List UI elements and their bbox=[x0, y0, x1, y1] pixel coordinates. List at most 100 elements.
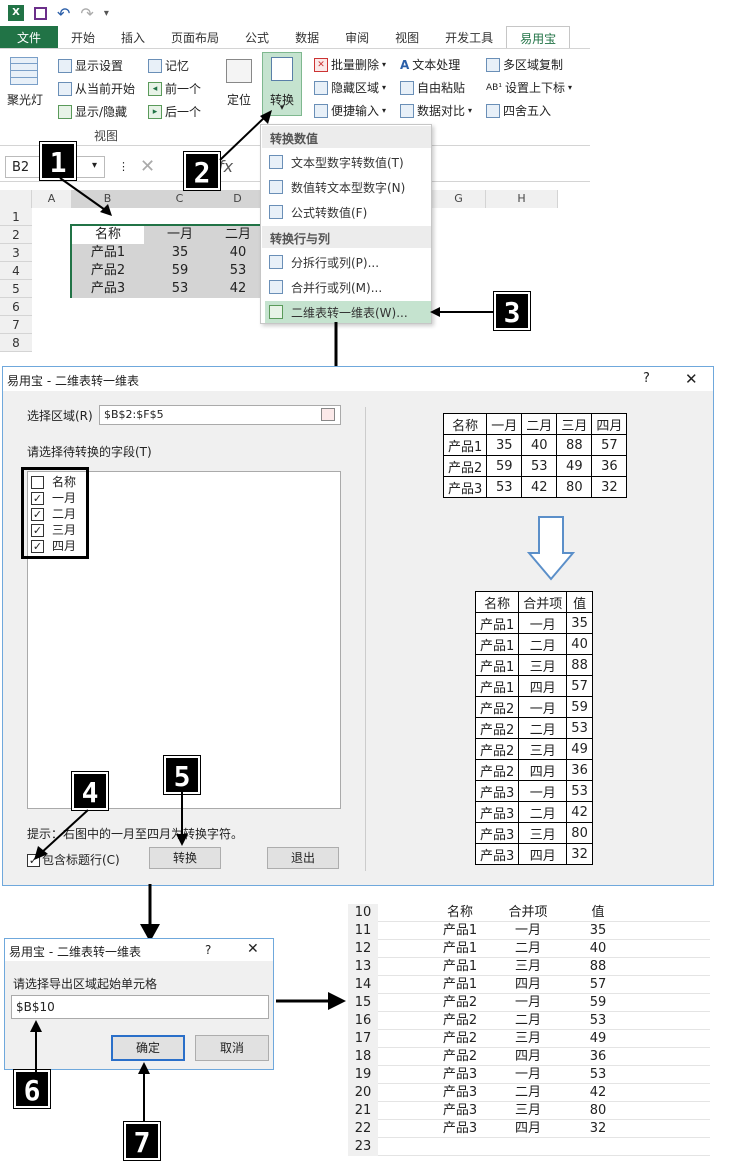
superscript-button[interactable]: AB¹ 设置上下标 ▾ bbox=[486, 79, 572, 96]
field-jan[interactable]: ✓ 一月 bbox=[31, 489, 76, 506]
export-help-button[interactable]: ? bbox=[205, 943, 211, 957]
sheet-cell[interactable]: 名称 bbox=[424, 904, 496, 922]
tab-formulas[interactable]: 公式 bbox=[232, 26, 282, 48]
sheet-cell[interactable]: 产品3 bbox=[424, 1084, 496, 1102]
cell-d5[interactable]: 42 bbox=[216, 280, 260, 298]
hide-area-button[interactable]: 隐藏区域 ▾ bbox=[314, 79, 386, 96]
field-name[interactable]: 名称 bbox=[31, 473, 76, 490]
row-header-1[interactable]: 1 bbox=[0, 208, 32, 226]
export-close-button[interactable]: ✕ bbox=[247, 941, 259, 957]
cell-c2[interactable]: 一月 bbox=[144, 226, 216, 244]
cancel-icon[interactable]: ✕ bbox=[140, 156, 155, 177]
row-number[interactable]: 14 bbox=[348, 976, 378, 994]
row-number[interactable]: 23 bbox=[348, 1138, 378, 1156]
row-number[interactable]: 17 bbox=[348, 1030, 378, 1048]
sheet-cell[interactable]: 49 bbox=[562, 1030, 634, 1048]
convert-button[interactable]: 转换 ▾ bbox=[262, 52, 302, 116]
sheet-cell[interactable]: 57 bbox=[562, 976, 634, 994]
cancel-button[interactable]: 取消 bbox=[195, 1035, 269, 1061]
next-button[interactable]: ▸ 后一个 bbox=[148, 103, 201, 120]
sheet-cell[interactable]: 产品2 bbox=[424, 994, 496, 1012]
sheet-cell[interactable]: 40 bbox=[562, 940, 634, 958]
sheet-cell[interactable]: 二月 bbox=[492, 1012, 564, 1030]
range-input[interactable]: $B$2:$F$5 bbox=[99, 405, 341, 425]
tab-data[interactable]: 数据 bbox=[282, 26, 332, 48]
sheet-cell[interactable]: 产品1 bbox=[424, 958, 496, 976]
checkbox-feb[interactable]: ✓ bbox=[31, 508, 44, 521]
locate-button[interactable]: 定位 bbox=[222, 91, 256, 108]
ok-button[interactable]: 确定 bbox=[111, 1035, 185, 1061]
namebox-dropdown-icon[interactable]: ▾ bbox=[92, 160, 97, 171]
exit-button[interactable]: 退出 bbox=[267, 847, 339, 869]
round-button[interactable]: 四舍五入 bbox=[486, 102, 551, 119]
row-number[interactable]: 18 bbox=[348, 1048, 378, 1066]
undo-button[interactable]: ↶ bbox=[57, 4, 70, 23]
display-settings-button[interactable]: 显示设置 bbox=[58, 57, 123, 74]
menu-item-text-to-number[interactable]: 文本型数字转数值(T) bbox=[265, 151, 431, 173]
multi-area-copy-button[interactable]: 多区域复制 bbox=[486, 56, 563, 73]
sheet-cell[interactable]: 一月 bbox=[492, 922, 564, 940]
quick-input-button[interactable]: 便捷输入 ▾ bbox=[314, 102, 386, 119]
sheet-cell[interactable]: 产品1 bbox=[424, 922, 496, 940]
menu-item-merge-rows[interactable]: 合并行或列(M)... bbox=[265, 276, 431, 298]
row-number[interactable]: 21 bbox=[348, 1102, 378, 1120]
sheet-cell[interactable]: 产品3 bbox=[424, 1066, 496, 1084]
field-feb[interactable]: ✓ 二月 bbox=[31, 505, 76, 522]
cell-b5[interactable]: 产品3 bbox=[72, 280, 144, 298]
tab-developer[interactable]: 开发工具 bbox=[432, 26, 506, 48]
row-header-3[interactable]: 3 bbox=[0, 244, 32, 262]
sheet-cell[interactable]: 合并项 bbox=[492, 904, 564, 922]
sheet-cell[interactable]: 产品3 bbox=[424, 1102, 496, 1120]
row-header-7[interactable]: 7 bbox=[0, 316, 32, 334]
sheet-cell[interactable]: 88 bbox=[562, 958, 634, 976]
menu-item-split-rows[interactable]: 分拆行或列(P)... bbox=[265, 251, 431, 273]
row-number[interactable]: 10 bbox=[348, 904, 378, 922]
checkbox-name[interactable] bbox=[31, 476, 44, 489]
sheet-cell[interactable]: 53 bbox=[562, 1012, 634, 1030]
row-header-2[interactable]: 2 bbox=[0, 226, 32, 244]
tab-page-layout[interactable]: 页面布局 bbox=[158, 26, 232, 48]
row-number[interactable]: 11 bbox=[348, 922, 378, 940]
sheet-cell[interactable]: 产品1 bbox=[424, 976, 496, 994]
field-mar[interactable]: ✓ 三月 bbox=[31, 521, 76, 538]
tab-view[interactable]: 视图 bbox=[382, 26, 432, 48]
row-number[interactable]: 16 bbox=[348, 1012, 378, 1030]
sheet-cell[interactable]: 四月 bbox=[492, 1120, 564, 1138]
sheet-cell[interactable]: 三月 bbox=[492, 958, 564, 976]
cell-b3[interactable]: 产品1 bbox=[72, 244, 144, 262]
sheet-cell[interactable]: 值 bbox=[562, 904, 634, 922]
sheet-cell[interactable]: 53 bbox=[562, 1066, 634, 1084]
menu-item-formula-to-value[interactable]: 公式转数值(F) bbox=[265, 201, 431, 223]
row-header-5[interactable]: 5 bbox=[0, 280, 32, 298]
row-number[interactable]: 19 bbox=[348, 1066, 378, 1084]
sheet-cell[interactable]: 二月 bbox=[492, 940, 564, 958]
locate-icon[interactable] bbox=[226, 59, 252, 83]
row-number[interactable]: 20 bbox=[348, 1084, 378, 1102]
field-apr[interactable]: ✓ 四月 bbox=[31, 537, 76, 554]
sheet-cell[interactable]: 产品2 bbox=[424, 1048, 496, 1066]
sheet-cell[interactable]: 42 bbox=[562, 1084, 634, 1102]
col-header-h[interactable]: H bbox=[486, 190, 558, 208]
memory-button[interactable]: 记忆 bbox=[148, 57, 189, 74]
batch-delete-button[interactable]: ✕ 批量删除 ▾ bbox=[314, 56, 386, 73]
save-icon[interactable] bbox=[34, 6, 47, 20]
row-header-4[interactable]: 4 bbox=[0, 262, 32, 280]
sheet-cell[interactable]: 产品3 bbox=[424, 1120, 496, 1138]
tab-insert[interactable]: 插入 bbox=[108, 26, 158, 48]
sheet-cell[interactable]: 35 bbox=[562, 922, 634, 940]
col-header-g[interactable]: G bbox=[432, 190, 486, 208]
cell-b2[interactable]: 名称 bbox=[72, 226, 144, 244]
row-number[interactable]: 22 bbox=[348, 1120, 378, 1138]
spotlight-button[interactable]: 聚光灯 bbox=[4, 91, 46, 108]
row-number[interactable]: 13 bbox=[348, 958, 378, 976]
tab-home[interactable]: 开始 bbox=[58, 26, 108, 48]
cell-c3[interactable]: 35 bbox=[144, 244, 216, 262]
customize-qat-icon[interactable]: ▾ bbox=[104, 8, 109, 19]
convert-action-button[interactable]: 转换 bbox=[149, 847, 221, 869]
menu-item-number-to-text[interactable]: 数值转文本型数字(N) bbox=[265, 176, 431, 198]
sheet-cell[interactable]: 36 bbox=[562, 1048, 634, 1066]
show-hide-button[interactable]: 显示/隐藏 bbox=[58, 103, 127, 120]
sheet-cell[interactable]: 一月 bbox=[492, 1066, 564, 1084]
export-cell-input[interactable]: $B$10 bbox=[11, 995, 269, 1019]
sheet-cell[interactable]: 产品1 bbox=[424, 940, 496, 958]
